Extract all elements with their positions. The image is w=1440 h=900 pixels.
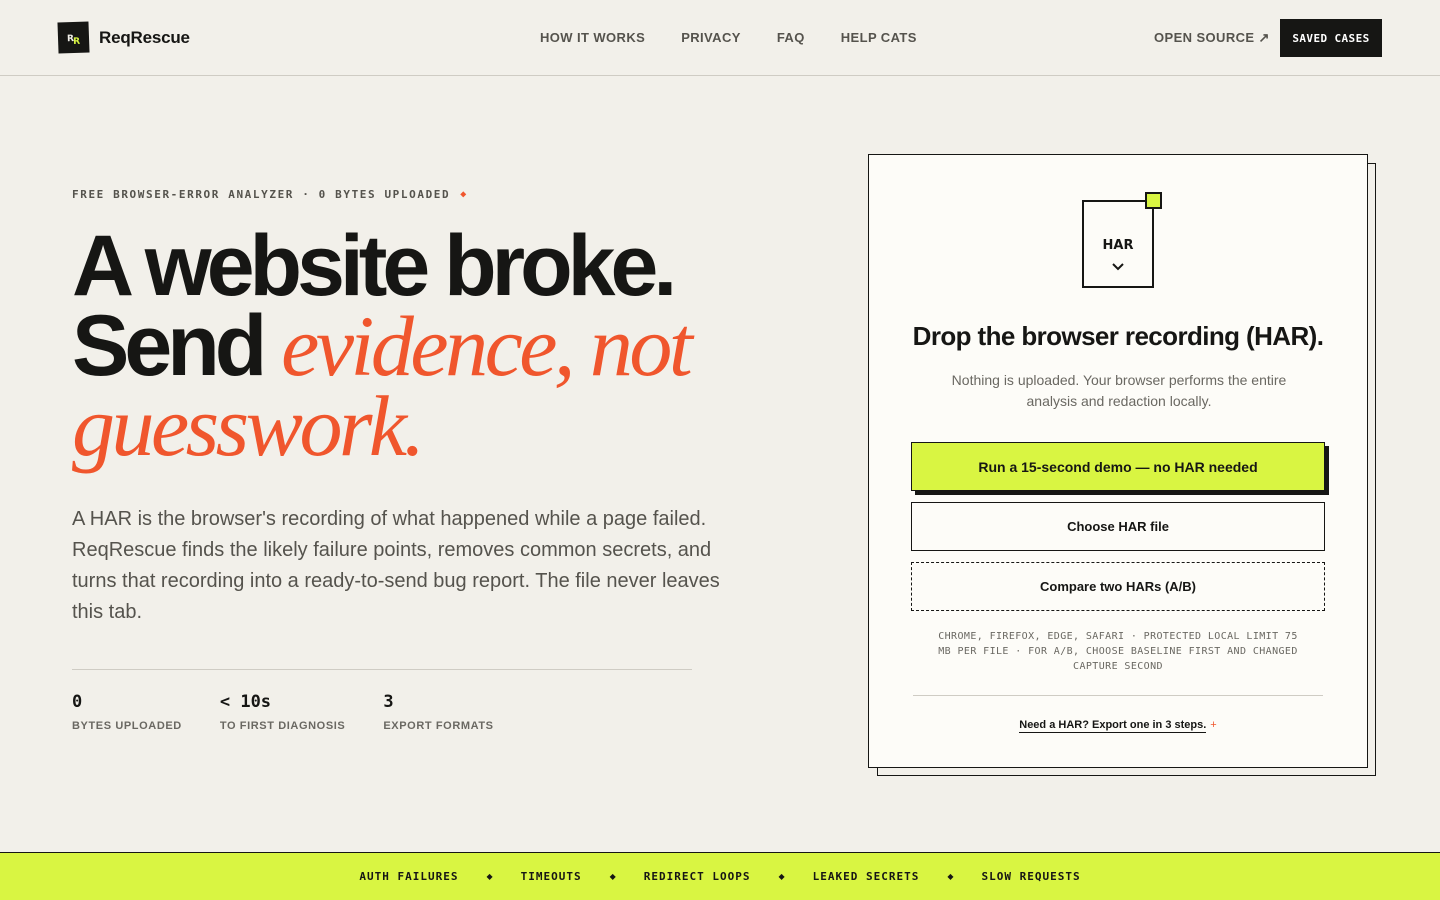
stat-first-diagnosis: < 10s TO FIRST DIAGNOSIS: [220, 692, 346, 732]
brand-logo[interactable]: R R ReqRescue: [57, 21, 190, 54]
stat-value: 0: [72, 692, 83, 712]
saved-cases-button[interactable]: SAVED CASES: [1280, 19, 1382, 57]
diamond-icon: ◆: [778, 872, 785, 881]
ticker-item: AUTH FAILURES: [359, 870, 459, 883]
nav-how-it-works[interactable]: HOW IT WORKS: [540, 30, 645, 45]
site-header: R R ReqRescue HOW IT WORKS PRIVACY FAQ H…: [0, 0, 1440, 76]
hero-headline: A website broke. Send evidence, not guess…: [72, 223, 792, 469]
ticker-item: TIMEOUTS: [520, 870, 582, 883]
export-help: Need a HAR? Export one in 3 steps. +: [869, 715, 1367, 733]
hero-eyebrow: FREE BROWSER-ERROR ANALYZER · 0 BYTES UP…: [72, 188, 468, 201]
nav-privacy[interactable]: PRIVACY: [681, 30, 741, 45]
brand-name: ReqRescue: [99, 27, 190, 47]
nav-help-cats[interactable]: HELP CATS: [841, 30, 917, 45]
nav-faq[interactable]: FAQ: [777, 30, 805, 45]
stat-label: BYTES UPLOADED: [72, 720, 182, 732]
har-file-icon: HAR: [1082, 192, 1162, 288]
browser-support-note: CHROME, FIREFOX, EDGE, SAFARI · PROTECTE…: [938, 631, 1298, 672]
chevron-down-icon: [1084, 260, 1152, 274]
stat-value: 3: [383, 692, 394, 712]
hero-stats: 0 BYTES UPLOADED < 10s TO FIRST DIAGNOSI…: [72, 692, 532, 732]
eyebrow-text: FREE BROWSER-ERROR ANALYZER · 0 BYTES UP…: [72, 188, 451, 201]
hero-description: A HAR is the browser's recording of what…: [72, 508, 720, 623]
choose-har-button[interactable]: Choose HAR file: [911, 502, 1325, 551]
ticker-item: SLOW REQUESTS: [981, 870, 1081, 883]
diamond-icon: ◆: [609, 872, 616, 881]
dropzone-title: Drop the browser recording (HAR).: [912, 321, 1324, 351]
stat-export-formats: 3 EXPORT FORMATS: [383, 692, 493, 732]
open-source-link[interactable]: OPEN SOURCE ↗: [1154, 30, 1270, 46]
har-dropzone[interactable]: HAR Drop the browser recording (HAR). No…: [868, 154, 1368, 768]
run-demo-button[interactable]: Run a 15-second demo — no HAR needed: [911, 442, 1325, 491]
logo-letter: R: [72, 36, 81, 48]
plus-icon: +: [1210, 719, 1217, 731]
stat-value: < 10s: [219, 692, 272, 712]
stat-label: EXPORT FORMATS: [383, 720, 494, 732]
dropzone-subtitle: Nothing is uploaded. Your browser perfor…: [951, 372, 1287, 409]
card-divider: [913, 695, 1323, 696]
ticker-item: LEAKED SECRETS: [812, 870, 920, 883]
stat-bytes-uploaded: 0 BYTES UPLOADED: [72, 692, 182, 732]
diamond-icon: ◆: [460, 189, 468, 200]
diamond-icon: ◆: [486, 872, 493, 881]
har-icon-label: HAR: [1102, 238, 1134, 253]
ticker-item: REDIRECT LOOPS: [643, 870, 751, 883]
file-corner: [1145, 192, 1162, 209]
stat-label: TO FIRST DIAGNOSIS: [219, 720, 346, 732]
export-har-help-link[interactable]: Need a HAR? Export one in 3 steps.: [1019, 719, 1207, 733]
logo-mark-icon: R R: [57, 21, 90, 54]
compare-hars-button[interactable]: Compare two HARs (A/B): [911, 562, 1325, 611]
main-nav: HOW IT WORKS PRIVACY FAQ HELP CATS: [540, 30, 953, 45]
feature-ticker: AUTH FAILURES ◆ TIMEOUTS ◆ REDIRECT LOOP…: [0, 852, 1440, 900]
diamond-icon: ◆: [947, 872, 954, 881]
hero-divider: [72, 669, 692, 670]
